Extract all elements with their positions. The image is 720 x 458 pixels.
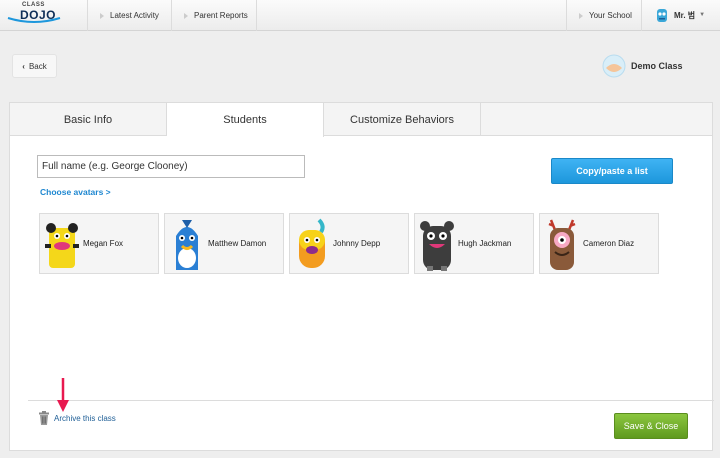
monster-avatar-icon xyxy=(176,220,198,270)
nav-arrow-icon xyxy=(100,12,104,19)
student-card[interactable]: Cameron Diaz xyxy=(539,213,659,274)
classdojo-logo[interactable]: CLASS DOJO xyxy=(6,2,62,28)
class-name: Demo Class xyxy=(631,61,683,71)
student-card[interactable]: Matthew Damon xyxy=(164,213,284,274)
monster-avatar-icon xyxy=(420,221,454,271)
student-card[interactable]: Hugh Jackman xyxy=(414,213,534,274)
nav-parent-reports[interactable]: Parent Reports xyxy=(171,0,257,31)
student-name: Cameron Diaz xyxy=(583,238,635,248)
monster-avatar-icon xyxy=(548,219,576,270)
tab-students[interactable]: Students xyxy=(167,103,324,137)
trash-icon xyxy=(39,411,49,425)
nav-latest-activity-label: Latest Activity xyxy=(110,11,159,20)
tab-basic-info[interactable]: Basic Info xyxy=(10,103,167,136)
user-avatar-icon xyxy=(657,9,667,22)
student-name: Megan Fox xyxy=(83,238,124,248)
student-name-input[interactable] xyxy=(37,155,305,178)
nav-arrow-icon xyxy=(184,12,188,19)
student-card[interactable]: Megan Fox xyxy=(39,213,159,274)
class-avatar-icon xyxy=(602,54,626,78)
nav-latest-activity[interactable]: Latest Activity xyxy=(87,0,171,31)
logo-wave-icon xyxy=(7,17,61,23)
chevron-down-icon: ▼ xyxy=(699,12,706,18)
archive-class-label: Archive this class xyxy=(54,413,116,423)
monster-avatar-icon xyxy=(45,223,79,268)
student-name: Matthew Damon xyxy=(208,238,267,248)
nav-your-school-label: Your School xyxy=(589,11,632,20)
save-close-button[interactable]: Save & Close xyxy=(614,413,688,439)
chevron-left-icon: ‹ xyxy=(22,61,25,71)
back-button-label: Back xyxy=(28,61,47,71)
nav-parent-reports-label: Parent Reports xyxy=(194,11,248,20)
edit-class-panel: Basic Info Students Customize Behaviors … xyxy=(9,102,714,451)
copy-paste-list-button[interactable]: Copy/paste a list xyxy=(551,158,673,184)
student-card[interactable]: Johnny Depp xyxy=(289,213,409,274)
user-name: Mr. 범 xyxy=(674,10,696,20)
student-name: Hugh Jackman xyxy=(458,238,512,248)
tab-customize-behaviors[interactable]: Customize Behaviors xyxy=(324,103,481,136)
class-header: Demo Class xyxy=(602,54,683,78)
tab-bar: Basic Info Students Customize Behaviors xyxy=(10,103,712,137)
choose-avatars-link[interactable]: Choose avatars > xyxy=(40,187,111,197)
annotation-arrow-icon xyxy=(57,378,69,412)
back-button[interactable]: ‹ Back xyxy=(12,54,57,78)
nav-arrow-icon xyxy=(579,12,583,19)
monster-avatar-icon xyxy=(299,218,325,268)
footer-divider xyxy=(28,400,714,401)
student-name: Johnny Depp xyxy=(333,238,381,248)
nav-your-school[interactable]: Your School xyxy=(566,0,642,31)
top-nav: CLASS DOJO Latest Activity Parent Report… xyxy=(0,0,720,31)
archive-class-link[interactable]: Archive this class xyxy=(38,411,116,425)
user-menu[interactable]: Mr. 범 ▼ xyxy=(655,6,705,24)
